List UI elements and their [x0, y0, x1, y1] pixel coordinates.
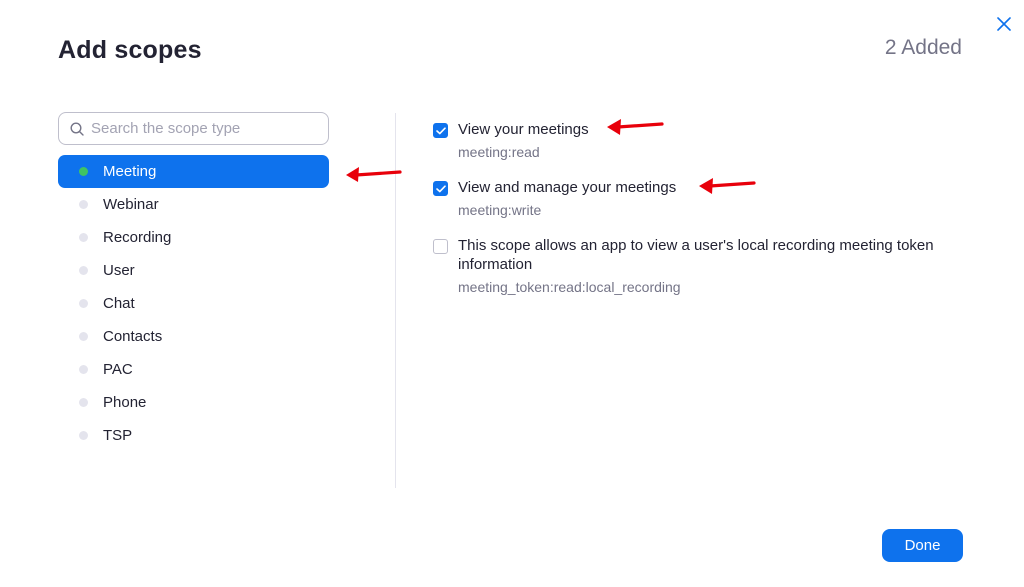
status-dot: [79, 266, 88, 275]
category-label: TSP: [103, 427, 133, 444]
scope-code: meeting:write: [458, 202, 542, 218]
status-dot: [79, 233, 88, 242]
scope-title: This scope allows an app to view a user'…: [458, 237, 934, 273]
done-button[interactable]: Done: [882, 529, 963, 562]
checkmark-icon: [435, 126, 446, 134]
category-item-tsp[interactable]: TSP: [58, 419, 329, 452]
category-label: Phone: [103, 394, 147, 411]
scope-checkbox[interactable]: [433, 239, 448, 254]
category-label: Contacts: [103, 328, 163, 345]
category-label: Chat: [103, 295, 135, 312]
status-dot: [79, 299, 88, 308]
close-icon: [997, 17, 1011, 31]
category-label: Meeting: [103, 163, 157, 180]
status-dot: [79, 200, 88, 209]
category-label: User: [103, 262, 135, 279]
scope-item: View your meetings meeting:read: [433, 120, 973, 178]
category-label: Recording: [103, 229, 172, 246]
category-item-phone[interactable]: Phone: [58, 386, 329, 419]
checkmark-icon: [435, 184, 446, 192]
add-scopes-dialog: Add scopes 2 Added Meeting Webinar Recor…: [0, 0, 1024, 587]
red-arrow-icon: [699, 178, 756, 194]
scope-code: meeting_token:read:local_recording: [458, 279, 681, 295]
red-arrow-icon: [607, 119, 664, 135]
scope-item: This scope allows an app to view a user'…: [433, 236, 973, 296]
category-label: Webinar: [103, 196, 159, 213]
red-arrow-icon: [346, 167, 402, 182]
search-icon: [70, 121, 84, 136]
status-dot: [79, 398, 88, 407]
category-label: PAC: [103, 361, 133, 378]
category-item-pac[interactable]: PAC: [58, 353, 329, 386]
scope-checkbox[interactable]: [433, 123, 448, 138]
status-dot: [79, 365, 88, 374]
category-item-webinar[interactable]: Webinar: [58, 188, 329, 221]
category-item-user[interactable]: User: [58, 254, 329, 287]
scope-category-list: Meeting Webinar Recording User Chat Cont…: [58, 155, 329, 452]
category-item-chat[interactable]: Chat: [58, 287, 329, 320]
close-button[interactable]: [993, 13, 1015, 35]
status-dot: [79, 431, 88, 440]
category-item-meeting[interactable]: Meeting: [58, 155, 329, 188]
dialog-title: Add scopes: [58, 36, 202, 64]
scope-text: This scope allows an app to view a user'…: [458, 236, 973, 296]
category-item-contacts[interactable]: Contacts: [58, 320, 329, 353]
scope-title: View your meetings: [458, 121, 589, 138]
scope-checkbox[interactable]: [433, 181, 448, 196]
scope-list: View your meetings meeting:read View and…: [433, 120, 973, 296]
status-dot: [79, 332, 88, 341]
search-input[interactable]: [91, 120, 311, 137]
scope-text: View your meetings meeting:read: [458, 120, 973, 161]
scope-code: meeting:read: [458, 144, 540, 160]
category-item-recording[interactable]: Recording: [58, 221, 329, 254]
added-count: 2 Added: [884, 36, 962, 59]
status-dot: [79, 167, 88, 176]
search-box: [58, 112, 329, 145]
